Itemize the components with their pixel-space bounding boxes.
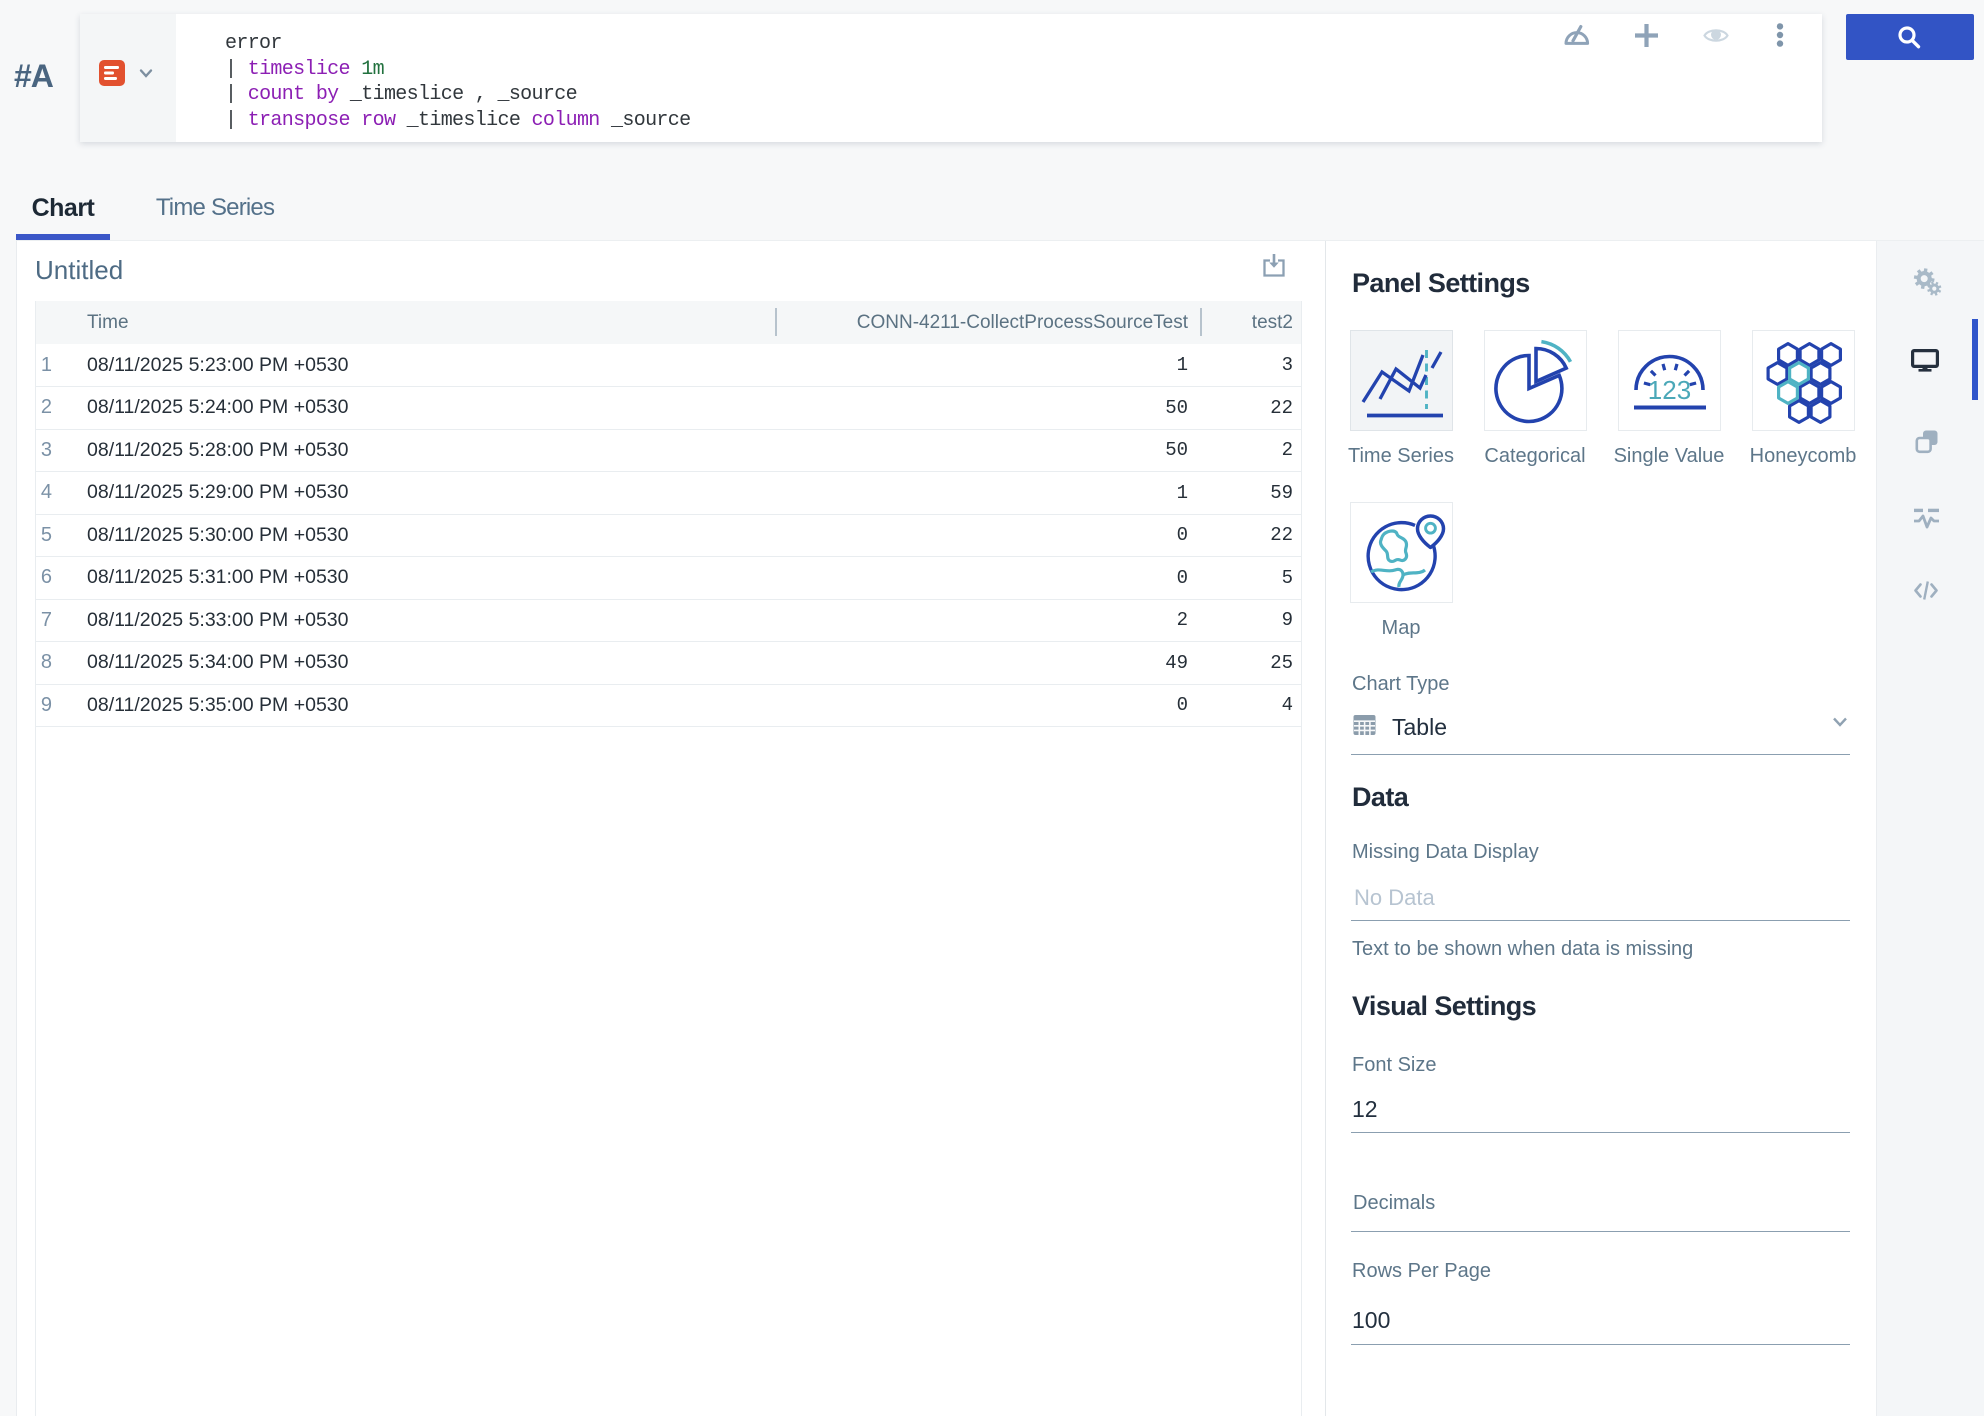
svg-text:123: 123 (1648, 375, 1691, 405)
